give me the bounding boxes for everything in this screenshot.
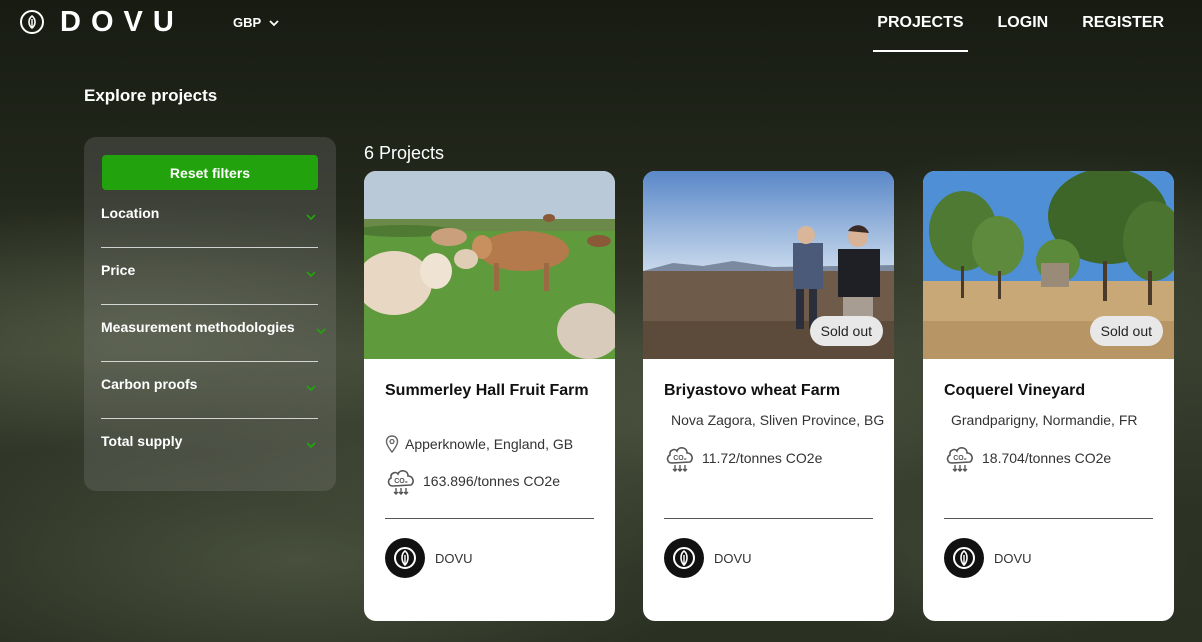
project-title: Coquerel Vineyard [944,382,1086,399]
leaf-icon [953,547,975,569]
chevron-down-icon [306,436,316,454]
leaf-icon [673,547,695,569]
co2-cloud-icon: CO₂ [944,443,976,473]
filter-label: Carbon proofs [101,376,198,392]
chevron-down-icon [306,265,316,283]
card-divider [664,518,873,519]
owner-name: DOVU [714,550,752,566]
project-card[interactable]: Summerley Hall Fruit Farm Apperknowle, E… [364,171,615,621]
reset-filters-button[interactable]: Reset filters [102,155,318,190]
co2-cloud-icon: CO₂ [385,466,417,496]
currency-selector[interactable]: GBP [233,15,279,30]
brand-logo[interactable]: DOVU [20,7,184,37]
project-image: Sold out [923,171,1174,359]
project-title: Briyastovo wheat Farm [664,382,841,399]
filter-label: Location [101,205,160,221]
filter-total-supply[interactable]: Total supply [101,419,318,476]
project-card[interactable]: Sold out Coquerel Vineyard Grandparigny,… [923,171,1174,621]
page-title: Explore projects [84,86,218,105]
nav-login[interactable]: LOGIN [998,14,1049,52]
filter-location[interactable]: Location [101,191,318,248]
chevron-down-icon [316,322,326,340]
main-nav: PROJECTS LOGIN REGISTER [843,14,1164,52]
chevron-down-icon [306,208,316,226]
project-location: Apperknowle, England, GB [385,435,610,453]
filter-label: Total supply [101,433,183,449]
filter-label: Price [101,262,136,278]
location-text: Nova Zagora, Sliven Province, BG [671,412,885,428]
project-co2: CO₂ 18.704/tonnes CO2e [944,443,1111,473]
filters-panel: Reset filters Location Price Measurement… [84,137,336,491]
filter-measurement-methodologies[interactable]: Measurement methodologies [101,305,326,362]
filter-price[interactable]: Price [101,248,318,305]
projects-count: 6 Projects [364,143,445,163]
currency-label: GBP [233,15,262,30]
filter-label: Measurement methodologies [101,319,295,335]
leaf-icon [394,547,416,569]
svg-text:CO₂: CO₂ [673,455,687,462]
leaf-icon [20,10,44,34]
avatar [385,538,425,578]
project-co2: CO₂ 163.896/tonnes CO2e [385,466,560,496]
project-title: Summerley Hall Fruit Farm [385,382,589,399]
project-owner: DOVU [385,538,473,578]
co2-text: 11.72/tonnes CO2e [702,450,823,466]
nav-projects[interactable]: PROJECTS [873,14,968,52]
project-owner: DOVU [664,538,752,578]
project-card[interactable]: Sold out Briyastovo wheat Farm Nova Zago… [643,171,894,621]
project-owner: DOVU [944,538,1032,578]
project-image: Sold out [643,171,894,359]
brand-name: DOVU [60,6,184,38]
location-text: Grandparigny, Normandie, FR [951,412,1138,428]
avatar [944,538,984,578]
sold-out-badge: Sold out [1089,316,1163,346]
svg-text:CO₂: CO₂ [394,478,408,485]
owner-name: DOVU [994,550,1032,566]
co2-cloud-icon: CO₂ [664,443,696,473]
chevron-down-icon [269,15,279,30]
owner-name: DOVU [435,550,473,566]
avatar [664,538,704,578]
svg-text:CO₂: CO₂ [953,455,967,462]
co2-text: 18.704/tonnes CO2e [982,450,1112,466]
location-text: Apperknowle, England, GB [405,436,574,452]
co2-text: 163.896/tonnes CO2e [423,473,560,489]
project-location: Nova Zagora, Sliven Province, BG [671,412,894,428]
filter-carbon-proofs[interactable]: Carbon proofs [101,362,318,419]
card-divider [944,518,1153,519]
card-divider [385,518,594,519]
chevron-down-icon [306,379,316,397]
header: DOVU GBP PROJECTS LOGIN REGISTER [0,0,1202,52]
sold-out-badge: Sold out [809,316,883,346]
project-co2: CO₂ 11.72/tonnes CO2e [664,443,822,473]
location-pin-icon [385,435,399,453]
project-location: Grandparigny, Normandie, FR [951,412,1174,428]
nav-register[interactable]: REGISTER [1082,14,1164,52]
project-image [364,171,615,359]
